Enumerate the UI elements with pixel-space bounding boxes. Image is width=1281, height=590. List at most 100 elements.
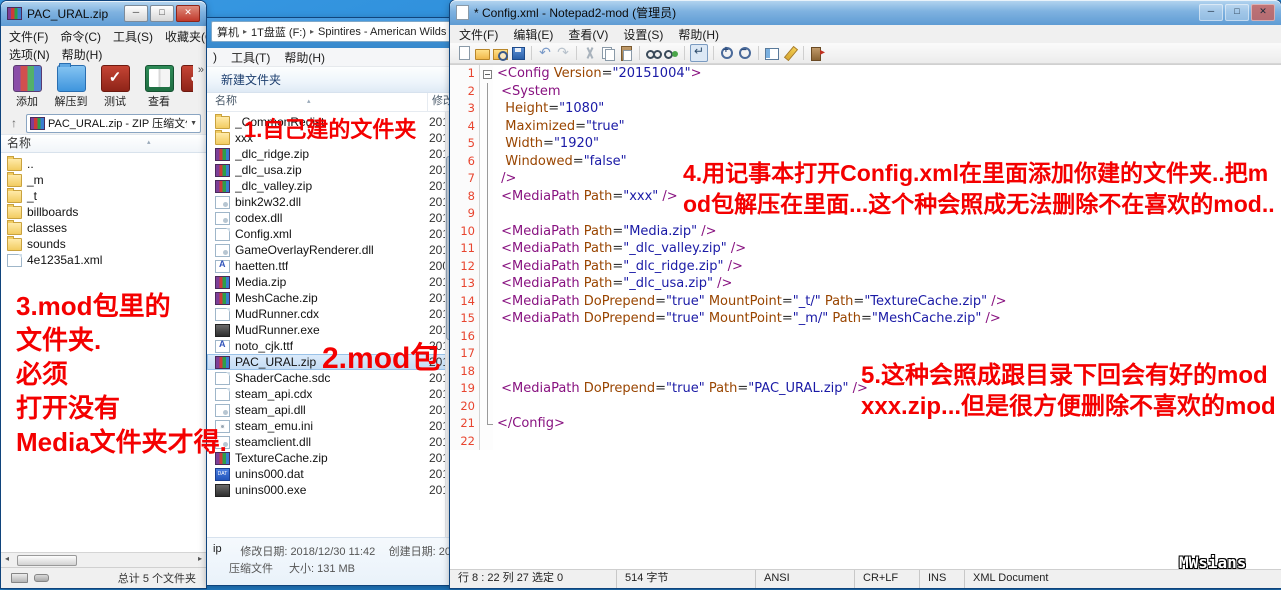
file-name: _dlc_valley.zip [235, 179, 313, 193]
toolbar-button-view[interactable]: 查看 [137, 65, 181, 109]
toolbar-button-clipped[interactable] [181, 65, 193, 93]
copy-icon[interactable] [600, 45, 616, 61]
list-item[interactable]: classes [1, 219, 206, 236]
breadcrumb-segment[interactable]: 1T盘蓝 (F:) [251, 24, 306, 40]
list-item[interactable]: billboards [1, 203, 206, 220]
file-name: steam_api.cdx [235, 387, 313, 401]
close-button[interactable]: ✕ [176, 5, 200, 22]
menu-item[interactable]: 设置(S) [623, 26, 663, 43]
list-item[interactable]: MudRunner.cdx 2018 [207, 306, 455, 322]
menu-item[interactable]: 帮助(H) [284, 49, 325, 66]
list-item[interactable]: unins000.exe 2018 [207, 482, 455, 498]
folder-icon [7, 171, 22, 187]
breadcrumb[interactable]: 算机▸1T盘蓝 (F:)▸Spintires - American Wilds▸ [211, 21, 451, 42]
toolbar-overflow-chevron[interactable]: » [198, 64, 204, 76]
save-icon[interactable] [510, 45, 526, 61]
list-item[interactable]: 4e1235a1.xml [1, 252, 206, 268]
list-item[interactable]: TextureCache.zip 2018 [207, 450, 455, 466]
new-folder-button[interactable]: 新建文件夹 [221, 71, 281, 88]
undo-icon[interactable] [537, 44, 553, 61]
winrar-titlebar[interactable]: PAC_URAL.zip ─ □ ✕ [1, 1, 206, 26]
code-line: 3 Height="1080" [450, 100, 1281, 118]
annotation-1: 1.自己建的文件夹 [244, 117, 417, 142]
menu-item[interactable]: 文件(F) [9, 28, 48, 45]
maximize-button[interactable]: □ [150, 5, 174, 22]
list-item[interactable]: _m [1, 171, 206, 188]
menu-item[interactable]: 工具(T) [231, 49, 270, 66]
explorer-details-pane: ip 修改日期: 2018/12/30 11:42 创建日期: 20 压缩文件 … [207, 537, 455, 585]
annotation-5: 5.这种会照成跟目录下回会有好的mod xxx.zip...但是很方便删除不喜欢的… [861, 360, 1276, 422]
explorer-window: 算机▸1T盘蓝 (F:)▸Spintires - American Wilds▸… [207, 18, 455, 585]
list-item[interactable]: unins000.dat2018 [207, 466, 455, 482]
code-editor[interactable]: 1 <Config Version="20151004"> 2 <System 3 H… [450, 64, 1281, 569]
list-item[interactable]: Config.xml 2018 [207, 226, 455, 242]
breadcrumb-segment[interactable]: Spintires - American Wilds [318, 26, 446, 38]
toolbar-label: 查看 [148, 96, 170, 108]
browse-icon[interactable] [492, 45, 508, 61]
list-item[interactable]: .. [1, 155, 206, 172]
up-arrow-icon[interactable]: ↑ [6, 116, 22, 130]
menu-item[interactable]: 帮助(H) [678, 26, 719, 43]
column-header-name[interactable]: 名称 ▴ [207, 93, 428, 111]
find-icon[interactable] [645, 45, 662, 61]
explorer-glass-top: 算机▸1T盘蓝 (F:)▸Spintires - American Wilds▸ [207, 18, 455, 48]
list-item[interactable]: sounds [1, 235, 206, 252]
list-item[interactable]: steam_api.cdx 2018 [207, 386, 455, 402]
toolbar-button-add[interactable]: 添加 [5, 65, 49, 109]
chevron-down-icon[interactable]: ▼ [190, 120, 197, 127]
scrollbar-thumb[interactable] [17, 555, 77, 566]
panel-icon[interactable] [764, 45, 780, 61]
notepad-titlebar[interactable]: * Config.xml - Notepad2-mod (管理员) ─ □ ✕ [450, 0, 1281, 25]
list-item[interactable]: codex.dll 2018 [207, 210, 455, 226]
minimize-button[interactable]: ─ [124, 5, 148, 22]
cut-icon[interactable] [582, 45, 598, 61]
list-item[interactable]: MudRunner.exe 2018 [207, 322, 455, 338]
menu-item[interactable]: 帮助(H) [62, 46, 103, 63]
list-item[interactable]: _dlc_usa.zip 2019 [207, 162, 455, 178]
zoom-in-icon[interactable] [719, 45, 735, 61]
archive-path-combobox[interactable]: PAC_URAL.zip - ZIP 压缩文件, 解 ▼ [26, 113, 201, 133]
list-item[interactable]: _t [1, 187, 206, 204]
list-item[interactable]: haetten.ttf2002 [207, 258, 455, 274]
breadcrumb-segment[interactable]: 算机 [217, 24, 239, 40]
zoom-out-icon[interactable] [737, 45, 753, 61]
list-item[interactable]: _dlc_valley.zip 2019 [207, 178, 455, 194]
open-icon[interactable] [474, 45, 490, 61]
new-icon[interactable] [456, 45, 472, 61]
exit-icon[interactable] [809, 45, 825, 61]
paste-icon[interactable] [618, 45, 634, 61]
toolbar-button-extract[interactable]: 解压到 [49, 63, 93, 109]
close-button[interactable]: ✕ [1251, 4, 1275, 21]
list-item[interactable]: steam_emu.ini 2018 [207, 418, 455, 434]
list-item[interactable]: GameOverlayRenderer.dll 2018 [207, 242, 455, 258]
list-item[interactable]: Media.zip 2019 [207, 274, 455, 290]
scroll-right-icon[interactable]: ▸ [198, 554, 202, 563]
line-number: 11 [450, 240, 480, 258]
list-item[interactable]: steam_api.dll 2018 [207, 402, 455, 418]
edit-icon[interactable] [782, 45, 798, 61]
menu-item[interactable]: 编辑(E) [513, 26, 553, 43]
maximize-button[interactable]: □ [1225, 4, 1249, 21]
redo-icon[interactable] [555, 44, 571, 61]
toolbar-button-test[interactable]: 测试 [93, 65, 137, 109]
menu-item[interactable]: 工具(S) [113, 28, 153, 45]
list-item[interactable]: _dlc_ridge.zip 2019 [207, 146, 455, 162]
wrap-icon[interactable] [690, 44, 708, 62]
annotation-line: 3.mod包里的 [16, 291, 171, 321]
menu-item[interactable]: 文件(F) [459, 26, 498, 43]
menu-item[interactable]: 命令(C) [60, 28, 101, 45]
menu-item[interactable]: 查看(V) [568, 26, 608, 43]
winrar-horizontal-scrollbar[interactable]: ◂ ▸ [1, 552, 206, 567]
list-item[interactable]: steamclient.dll 2018 [207, 434, 455, 450]
menu-item[interactable]: 选项(N) [9, 46, 50, 63]
extract-icon [56, 63, 86, 92]
winrar-column-header-name[interactable]: 名称 ▴ [1, 134, 206, 153]
scroll-left-icon[interactable]: ◂ [5, 554, 9, 563]
list-item[interactable]: MeshCache.zip 2018 [207, 290, 455, 306]
code-text: <MediaPath Path="_dlc_ridge.zip" /> [497, 258, 743, 274]
replace-icon[interactable] [663, 45, 679, 61]
minimize-button[interactable]: ─ [1199, 4, 1223, 21]
list-item[interactable]: bink2w32.dll 2018 [207, 194, 455, 210]
code-line: 12 <MediaPath Path="_dlc_ridge.zip" /> [450, 257, 1281, 275]
